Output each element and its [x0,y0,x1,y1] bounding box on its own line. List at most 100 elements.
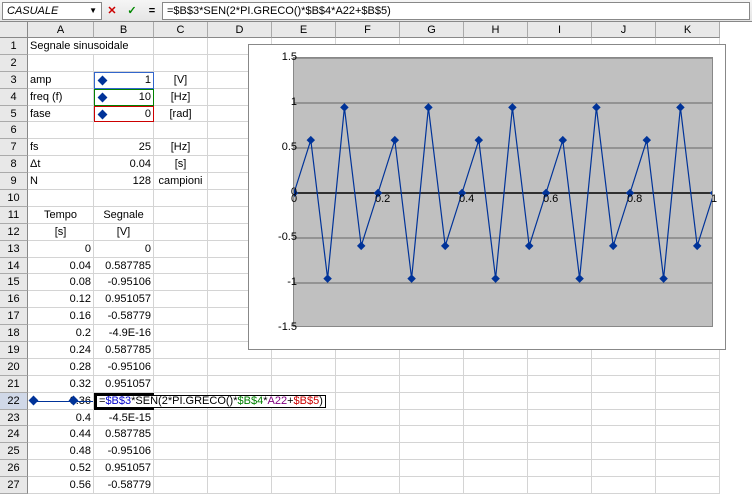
cell[interactable]: N [28,173,94,190]
cell[interactable]: 0.24 [28,342,94,359]
cell[interactable] [336,460,400,477]
cell[interactable] [464,443,528,460]
row-header-1[interactable]: 1 [0,38,28,55]
cell[interactable]: 0.52 [28,460,94,477]
cell[interactable] [272,477,336,494]
row-header-5[interactable]: 5 [0,106,28,123]
row-header-22[interactable]: 22 [0,393,28,410]
equals-button[interactable]: = [143,2,161,20]
cell[interactable] [28,122,94,139]
cell[interactable] [336,376,400,393]
cell[interactable] [272,410,336,427]
col-header-G[interactable]: G [400,22,464,38]
row-header-14[interactable]: 14 [0,258,28,275]
cell[interactable] [154,258,208,275]
row-header-19[interactable]: 19 [0,342,28,359]
accept-button[interactable]: ✓ [123,2,141,20]
cell[interactable] [154,122,208,139]
cell[interactable] [656,460,720,477]
cell[interactable] [592,410,656,427]
cell[interactable]: 1 [94,72,154,89]
row-header-11[interactable]: 11 [0,207,28,224]
cell[interactable]: 0.28 [28,359,94,376]
cell[interactable]: -4.9E-16 [94,325,154,342]
cell[interactable]: 128 [94,173,154,190]
cell[interactable]: amp [28,72,94,89]
cell[interactable]: freq (f) [28,89,94,106]
cell[interactable] [208,359,272,376]
cell[interactable]: 0.951057 [94,376,154,393]
cell[interactable]: [rad] [154,106,208,123]
row-header-13[interactable]: 13 [0,241,28,258]
row-header-9[interactable]: 9 [0,173,28,190]
cell[interactable]: [s] [154,156,208,173]
row-header-10[interactable]: 10 [0,190,28,207]
cell[interactable]: -0.95106 [94,359,154,376]
cell[interactable] [464,460,528,477]
row-header-20[interactable]: 20 [0,359,28,376]
cell[interactable] [272,426,336,443]
col-header-H[interactable]: H [464,22,528,38]
cell[interactable] [272,443,336,460]
cell[interactable]: [V] [94,224,154,241]
cell[interactable] [656,359,720,376]
cell[interactable]: campioni [154,173,208,190]
cell[interactable]: 0.587785 [94,426,154,443]
cell[interactable]: [s] [28,224,94,241]
cell[interactable]: -0.95106 [94,274,154,291]
cell[interactable] [656,426,720,443]
cancel-button[interactable]: ✕ [103,2,121,20]
row-header-12[interactable]: 12 [0,224,28,241]
cell[interactable]: -0.95106 [94,443,154,460]
cell[interactable] [208,443,272,460]
row-header-8[interactable]: 8 [0,156,28,173]
cell[interactable]: Segnale [94,207,154,224]
cell[interactable]: 25 [94,139,154,156]
cell[interactable] [464,376,528,393]
cell[interactable]: =$B$3*SEN(2*PI.GRECO()*$B$4*A22+$B$5) [94,393,154,410]
cell[interactable] [28,190,94,207]
cell[interactable] [528,426,592,443]
row-header-21[interactable]: 21 [0,376,28,393]
cell[interactable] [336,477,400,494]
cell[interactable] [592,477,656,494]
cell[interactable]: -0.58779 [94,308,154,325]
row-header-6[interactable]: 6 [0,122,28,139]
cell[interactable] [656,376,720,393]
col-header-K[interactable]: K [656,22,720,38]
cell[interactable]: 0.4 [28,410,94,427]
name-box[interactable]: CASUALE ▼ [2,2,102,20]
cell[interactable] [154,410,208,427]
cell[interactable] [94,55,154,72]
cell[interactable] [154,342,208,359]
cell[interactable]: [V] [154,72,208,89]
col-header-A[interactable]: A [28,22,94,38]
cell[interactable] [154,190,208,207]
select-all-corner[interactable] [0,22,28,38]
cell[interactable] [656,443,720,460]
row-header-7[interactable]: 7 [0,139,28,156]
col-header-B[interactable]: B [94,22,154,38]
col-header-I[interactable]: I [528,22,592,38]
cell[interactable] [154,359,208,376]
cell[interactable] [528,359,592,376]
cell[interactable] [336,443,400,460]
row-header-23[interactable]: 23 [0,410,28,427]
cell[interactable]: 0 [28,241,94,258]
cell[interactable] [400,410,464,427]
cell[interactable] [656,410,720,427]
cell[interactable] [656,477,720,494]
cell[interactable] [592,443,656,460]
row-header-16[interactable]: 16 [0,291,28,308]
cell[interactable]: 0 [94,241,154,258]
row-header-4[interactable]: 4 [0,89,28,106]
cell[interactable]: 0.56 [28,477,94,494]
cell[interactable] [154,460,208,477]
cell[interactable]: Δt [28,156,94,173]
cell[interactable] [592,376,656,393]
row-header-18[interactable]: 18 [0,325,28,342]
cell[interactable] [400,393,464,410]
cell[interactable] [154,308,208,325]
cell[interactable]: 0.32 [28,376,94,393]
cell[interactable]: -4.5E-15 [94,410,154,427]
